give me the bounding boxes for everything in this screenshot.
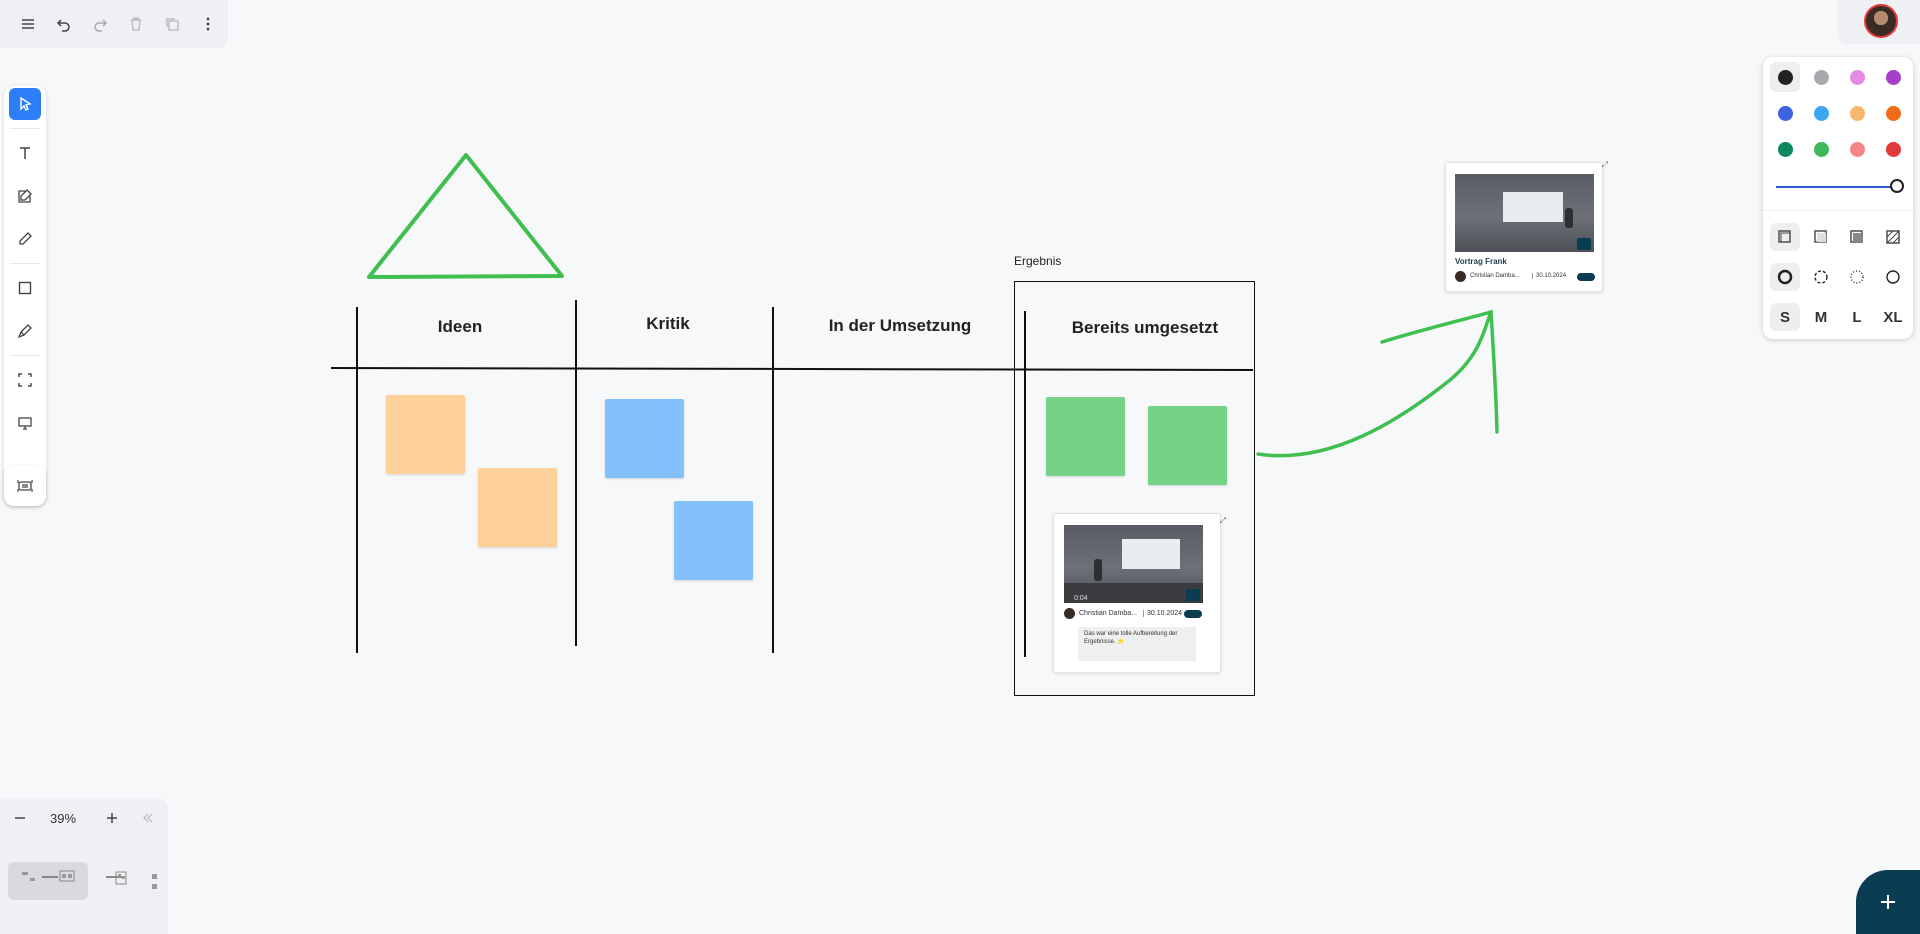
stroke-draw-option[interactable] — [1770, 263, 1800, 291]
video-duration: 0:04 — [1074, 595, 1088, 602]
video-author: Christian Damba... — [1470, 273, 1520, 279]
size-m-option[interactable]: M — [1806, 303, 1836, 331]
color-blue[interactable] — [1778, 106, 1793, 121]
size-xl-option[interactable]: XL — [1878, 303, 1908, 331]
column-header-kritik[interactable]: Kritik — [588, 314, 748, 334]
column-divider — [575, 300, 577, 646]
style-palette: S M L XL — [1763, 57, 1913, 339]
fill-none-option[interactable] — [1770, 223, 1800, 251]
color-light-red[interactable] — [1850, 142, 1865, 157]
stroke-solid-option[interactable] — [1878, 263, 1908, 291]
opacity-slider-handle[interactable] — [1890, 179, 1904, 193]
triangle-shape[interactable] — [367, 153, 564, 279]
add-icon — [1881, 895, 1895, 909]
column-divider — [772, 307, 774, 653]
video-author: Christian Damba... — [1079, 610, 1137, 617]
sticky-note-blue[interactable] — [674, 501, 753, 580]
video-thumbnail[interactable]: 0:04 — [1064, 525, 1203, 603]
color-black[interactable] — [1778, 70, 1793, 85]
green-arrow[interactable] — [1256, 309, 1499, 458]
column-divider — [356, 307, 358, 653]
color-light-orange[interactable] — [1850, 106, 1865, 121]
expand-icon[interactable]: ⤢ — [1220, 516, 1226, 526]
video-comment: Das war eine tolle Aufbereitung der Erge… — [1078, 627, 1196, 661]
add-button[interactable] — [1856, 870, 1920, 934]
video-thumbnail[interactable] — [1455, 174, 1594, 252]
stroke-dotted-option[interactable] — [1842, 263, 1872, 291]
column-header-in-der-umsetzung[interactable]: In der Umsetzung — [800, 316, 1000, 336]
size-s-option[interactable]: S — [1770, 303, 1800, 331]
fill-solid-option[interactable] — [1842, 223, 1872, 251]
color-gray[interactable] — [1814, 70, 1829, 85]
video-date: 30.10.2024 — [1532, 273, 1566, 279]
color-pink[interactable] — [1850, 70, 1865, 85]
opacity-slider[interactable] — [1776, 186, 1898, 188]
stroke-dashed-option[interactable] — [1806, 263, 1836, 291]
color-red[interactable] — [1886, 142, 1901, 157]
color-purple[interactable] — [1886, 70, 1901, 85]
color-green[interactable] — [1814, 142, 1829, 157]
expand-icon[interactable]: ⤢ — [1602, 160, 1608, 170]
sticky-note-blue[interactable] — [605, 399, 684, 478]
sticky-note-orange[interactable] — [478, 468, 557, 547]
canvas-drawings — [330, 153, 1499, 458]
color-dark-green[interactable] — [1778, 142, 1793, 157]
video-card[interactable]: 0:04 Christian Damba... 30.10.2024 Das w… — [1053, 513, 1226, 673]
color-light-blue[interactable] — [1814, 106, 1829, 121]
sticky-note-green[interactable] — [1148, 406, 1227, 485]
video-title: Vortrag Frank — [1455, 257, 1507, 266]
sticky-note-green[interactable] — [1046, 397, 1125, 476]
sticky-note-orange[interactable] — [386, 395, 465, 474]
fill-pattern-option[interactable] — [1878, 223, 1908, 251]
video-date: 30.10.2024 — [1143, 610, 1182, 617]
video-card[interactable]: Vortrag Frank Christian Damba... 30.10.2… — [1445, 160, 1608, 292]
fill-semi-option[interactable] — [1806, 223, 1836, 251]
frame-label[interactable]: Ergebnis — [1014, 254, 1061, 268]
size-l-option[interactable]: L — [1842, 303, 1872, 331]
color-orange[interactable] — [1886, 106, 1901, 121]
column-header-ideen[interactable]: Ideen — [380, 317, 540, 337]
